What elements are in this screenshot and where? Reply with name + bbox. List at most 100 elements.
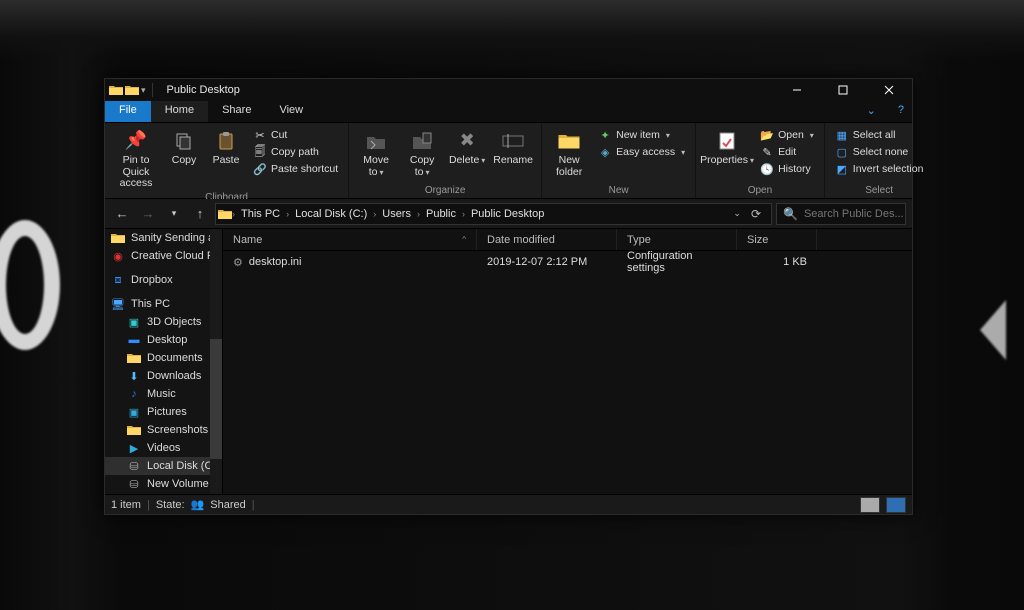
sidebar-item[interactable]: ▣Pictures [105, 403, 222, 421]
nav-item-icon: ⧈ [111, 274, 125, 286]
address-bar: ← → ▾ ↑ › This PC› Local Disk (C:)› User… [105, 199, 912, 229]
easy-access-button[interactable]: ◈Easy access▾ [594, 144, 689, 160]
qat-dropdown-icon[interactable]: ▾ [141, 85, 146, 96]
properties-button[interactable]: Properties▾ [702, 125, 752, 167]
view-details-button[interactable] [860, 497, 880, 513]
nav-item-icon: ◉ [111, 250, 125, 262]
file-type: Configuration settings [617, 250, 737, 274]
sidebar-item[interactable]: ▣3D Objects [105, 313, 222, 331]
back-button[interactable]: ← [111, 203, 133, 225]
sidebar-item[interactable]: ♪Music [105, 385, 222, 403]
copy-path-icon: 🗐 [253, 145, 267, 159]
sidebar-item[interactable]: ⛁New Volume (D: [105, 475, 222, 493]
paste-shortcut-button[interactable]: 🔗Paste shortcut [249, 161, 342, 177]
maximize-button[interactable] [820, 79, 866, 101]
breadcrumb-dropdown-icon[interactable]: ⌄ [733, 208, 741, 219]
paste-shortcut-icon: 🔗 [253, 162, 267, 176]
nav-item-label: Dropbox [131, 274, 173, 286]
easy-access-icon: ◈ [598, 145, 612, 159]
select-all-button[interactable]: ▦Select all [831, 127, 928, 143]
tab-share[interactable]: Share [208, 101, 265, 122]
pin-to-quick-access-button[interactable]: 📌 Pin to Quick access [111, 125, 161, 190]
help-button[interactable]: ? [890, 101, 912, 122]
qat-item-icon[interactable] [125, 84, 139, 96]
breadcrumb-item[interactable]: Public [420, 208, 462, 220]
search-input[interactable] [804, 208, 946, 220]
nav-scrollbar-thumb[interactable] [210, 339, 222, 459]
rename-button[interactable]: Rename [491, 125, 535, 167]
copy-to-button[interactable]: Copy to▾ [401, 125, 443, 178]
column-type[interactable]: Type [617, 229, 737, 250]
nav-item-label: Sanity Sending a [131, 232, 214, 244]
nav-item-icon: ⛁ [127, 460, 141, 472]
sidebar-item[interactable]: ⛁Local Disk (C:) [105, 457, 222, 475]
new-item-button[interactable]: ✦New item▾ [594, 127, 689, 143]
tab-view[interactable]: View [265, 101, 317, 122]
tab-file[interactable]: File [105, 101, 151, 122]
open-button[interactable]: 📂Open▾ [756, 127, 818, 143]
select-none-button[interactable]: ▢Select none [831, 144, 928, 160]
cut-button[interactable]: ✂Cut [249, 127, 342, 143]
nav-item-icon: 🖥 [111, 298, 125, 310]
close-button[interactable] [866, 79, 912, 101]
file-row[interactable]: ⚙desktop.ini2019-12-07 2:12 PMConfigurat… [223, 251, 912, 273]
column-size[interactable]: Size [737, 229, 817, 250]
view-large-icons-button[interactable] [886, 497, 906, 513]
copy-path-button[interactable]: 🗐Copy path [249, 144, 342, 160]
sidebar-item[interactable]: ⬇Downloads [105, 367, 222, 385]
nav-item-label: This PC [131, 298, 170, 310]
breadcrumb-item[interactable]: Users [376, 208, 417, 220]
sidebar-item[interactable]: ◉Creative Cloud Fil [105, 247, 222, 265]
properties-icon [715, 129, 739, 153]
invert-selection-button[interactable]: ◩Invert selection [831, 161, 928, 177]
file-date: 2019-12-07 2:12 PM [477, 256, 617, 268]
file-name: desktop.ini [249, 256, 302, 268]
forward-button[interactable]: → [137, 203, 159, 225]
refresh-button[interactable]: ⟳ [751, 207, 761, 221]
sidebar-item[interactable]: ▶Videos [105, 439, 222, 457]
nav-item-label: Documents [147, 352, 203, 364]
open-icon: 📂 [760, 128, 774, 142]
breadcrumb[interactable]: › This PC› Local Disk (C:)› Users› Publi… [215, 203, 772, 225]
navigation-pane[interactable]: Sanity Sending a^◉Creative Cloud Fil ⧈ Dro… [105, 229, 223, 494]
sidebar-item[interactable]: ⧈ Dropbox [105, 271, 222, 289]
new-folder-button[interactable]: New folder [548, 125, 590, 178]
cut-icon: ✂ [253, 128, 267, 142]
status-bar: 1 item | State: 👥 Shared | [105, 494, 912, 514]
nav-item-label: Music [147, 388, 176, 400]
history-button[interactable]: 🕓History [756, 161, 818, 177]
nav-item-icon [127, 424, 141, 436]
titlebar[interactable]: ▾ Public Desktop [105, 79, 912, 101]
paste-button[interactable]: Paste [207, 125, 245, 167]
search-box[interactable]: 🔍 [776, 203, 906, 225]
breadcrumb-item[interactable]: Public Desktop [465, 208, 550, 220]
nav-item-icon: ▶ [127, 442, 141, 454]
nav-item-label: Pictures [147, 406, 187, 418]
file-list[interactable]: ⚙desktop.ini2019-12-07 2:12 PMConfigurat… [223, 251, 912, 494]
breadcrumb-item[interactable]: Local Disk (C:) [289, 208, 373, 220]
breadcrumb-item[interactable]: This PC [235, 208, 286, 220]
new-folder-icon [557, 129, 581, 153]
sidebar-item[interactable]: Sanity Sending a^ [105, 229, 222, 247]
tab-home[interactable]: Home [151, 101, 208, 122]
up-button[interactable]: ↑ [189, 203, 211, 225]
copy-button[interactable]: Copy [165, 125, 203, 167]
delete-button[interactable]: ✖ Delete▾ [447, 125, 487, 167]
sidebar-item[interactable]: Documents [105, 349, 222, 367]
ribbon-collapse-button[interactable]: ⌄ [853, 101, 890, 122]
select-none-icon: ▢ [835, 145, 849, 159]
recent-locations-button[interactable]: ▾ [163, 203, 185, 225]
column-date[interactable]: Date modified [477, 229, 617, 250]
nav-item-icon: ▬ [127, 334, 141, 346]
move-to-button[interactable]: Move to▾ [355, 125, 397, 178]
ribbon-group-open: Properties▾ 📂Open▾ ✎Edit 🕓History Open [696, 123, 825, 198]
column-name[interactable]: Name^ [223, 229, 477, 250]
sidebar-item[interactable]: 🖥 This PC [105, 295, 222, 313]
sidebar-item[interactable]: Screenshots [105, 421, 222, 439]
sidebar-item[interactable]: ▬Desktop [105, 331, 222, 349]
select-all-icon: ▦ [835, 128, 849, 142]
edit-button[interactable]: ✎Edit [756, 144, 818, 160]
minimize-button[interactable] [774, 79, 820, 101]
nav-item-icon [127, 352, 141, 364]
breadcrumb-folder-icon [218, 208, 232, 220]
